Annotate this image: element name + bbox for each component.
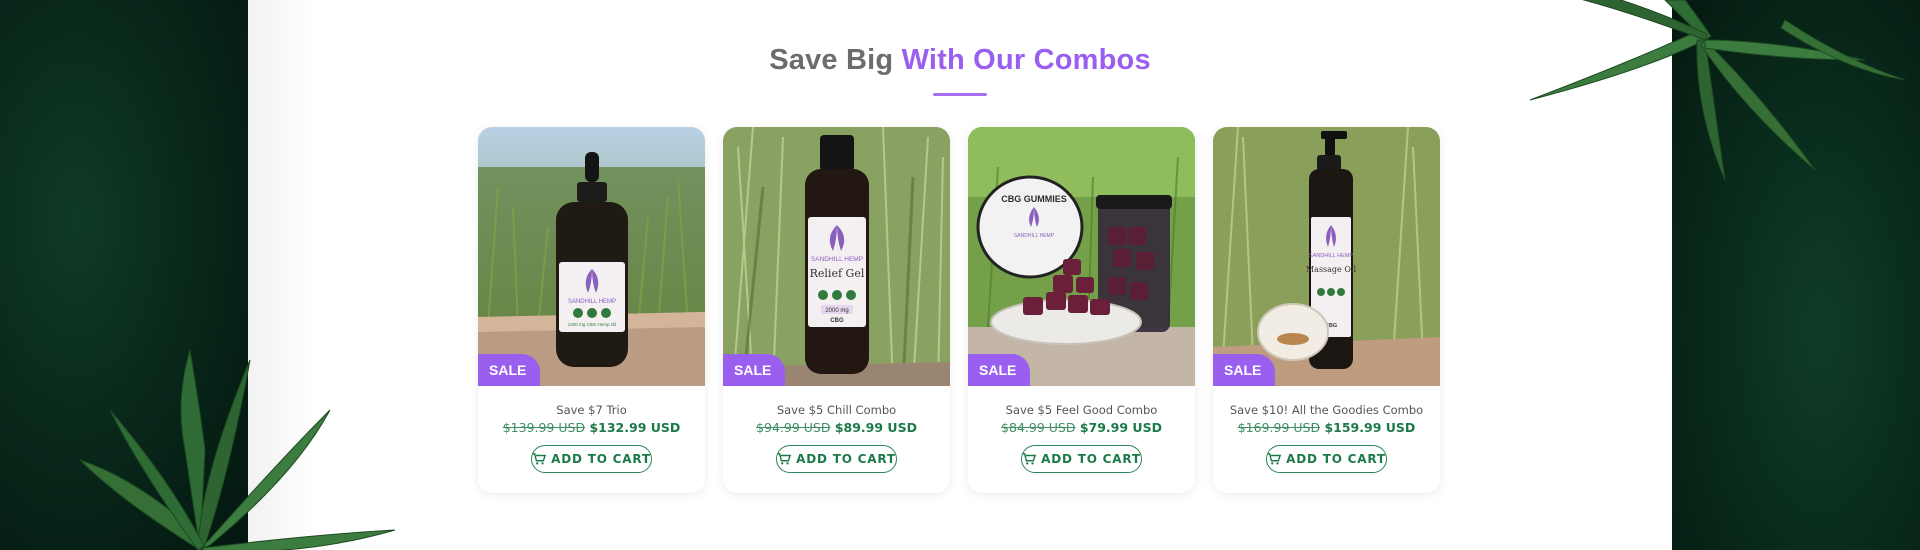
cart-icon xyxy=(778,453,792,465)
original-price: $139.99 USD xyxy=(502,420,586,435)
product-price: $169.99 USD $159.99 USD xyxy=(1213,420,1440,435)
svg-text:SANDHILL HEMP: SANDHILL HEMP xyxy=(1014,233,1055,239)
svg-text:CBG: CBG xyxy=(830,318,844,324)
svg-text:Relief Gel: Relief Gel xyxy=(810,267,865,280)
cart-icon xyxy=(533,453,547,465)
add-to-cart-button[interactable]: ADD TO CART xyxy=(1021,445,1142,473)
hemp-leaf-left-image xyxy=(80,349,396,550)
svg-text:SANDHILL HEMP: SANDHILL HEMP xyxy=(568,299,616,305)
sale-badge: SALE xyxy=(968,354,1030,386)
product-price: $84.99 USD $79.99 USD xyxy=(968,420,1195,435)
product-card[interactable]: SANDHILL HEMP Massage Oil CBG SALE Save … xyxy=(1213,127,1440,493)
add-to-cart-label: ADD TO CART xyxy=(551,452,651,466)
product-title[interactable]: Save $7 Trio xyxy=(478,403,705,417)
original-price: $169.99 USD xyxy=(1237,420,1321,435)
add-to-cart-label: ADD TO CART xyxy=(1041,452,1141,466)
cart-icon xyxy=(1268,453,1282,465)
sale-price: $159.99 USD xyxy=(1324,420,1416,435)
cart-icon xyxy=(1023,453,1037,465)
content-panel xyxy=(248,0,1672,550)
original-price: $84.99 USD xyxy=(1001,420,1076,435)
add-to-cart-label: ADD TO CART xyxy=(796,452,896,466)
svg-text:SANDHILL HEMP: SANDHILL HEMP xyxy=(811,256,863,263)
product-image[interactable]: SANDHILL HEMP 1200 mg CBG Hemp Oil SALE xyxy=(478,127,705,386)
product-card[interactable]: SANDHILL HEMP 1200 mg CBG Hemp Oil SALE … xyxy=(478,127,705,493)
product-card[interactable]: CBG GUMMIES SANDHILL HEMP SALE Save $5 F… xyxy=(968,127,1195,493)
product-title[interactable]: Save $10! All the Goodies Combo xyxy=(1213,403,1440,417)
svg-text:CBG GUMMIES: CBG GUMMIES xyxy=(1001,194,1067,204)
sale-price: $89.99 USD xyxy=(834,420,917,435)
product-card[interactable]: SANDHILL HEMP Relief Gel 2000 mg CBG SAL… xyxy=(723,127,950,493)
svg-text:2000 mg: 2000 mg xyxy=(825,308,848,314)
sale-price: $132.99 USD xyxy=(589,420,681,435)
add-to-cart-button[interactable]: ADD TO CART xyxy=(776,445,897,473)
add-to-cart-button[interactable]: ADD TO CART xyxy=(531,445,652,473)
product-image[interactable]: SANDHILL HEMP Massage Oil CBG SALE xyxy=(1213,127,1440,386)
svg-text:SANDHILL HEMP: SANDHILL HEMP xyxy=(1309,253,1353,259)
product-price: $94.99 USD $89.99 USD xyxy=(723,420,950,435)
heading-text: Save Big xyxy=(769,44,894,76)
sale-badge: SALE xyxy=(1213,354,1275,386)
add-to-cart-button[interactable]: ADD TO CART xyxy=(1266,445,1387,473)
svg-text:Massage Oil: Massage Oil xyxy=(1306,265,1356,274)
sale-badge: SALE xyxy=(723,354,785,386)
heading-underline xyxy=(933,93,987,96)
hemp-leaf-right-image xyxy=(1529,0,1906,181)
product-title[interactable]: Save $5 Feel Good Combo xyxy=(968,403,1195,417)
product-price: $139.99 USD $132.99 USD xyxy=(478,420,705,435)
product-image[interactable]: CBG GUMMIES SANDHILL HEMP SALE xyxy=(968,127,1195,386)
original-price: $94.99 USD xyxy=(756,420,831,435)
section-heading: Save Big With Our Combos xyxy=(248,44,1672,77)
sale-badge: SALE xyxy=(478,354,540,386)
heading-accent-text: With Our Combos xyxy=(901,44,1151,76)
product-image[interactable]: SANDHILL HEMP Relief Gel 2000 mg CBG SAL… xyxy=(723,127,950,386)
product-title[interactable]: Save $5 Chill Combo xyxy=(723,403,950,417)
svg-text:1200 mg CBG Hemp Oil: 1200 mg CBG Hemp Oil xyxy=(568,322,617,327)
add-to-cart-label: ADD TO CART xyxy=(1286,452,1386,466)
sale-price: $79.99 USD xyxy=(1079,420,1162,435)
